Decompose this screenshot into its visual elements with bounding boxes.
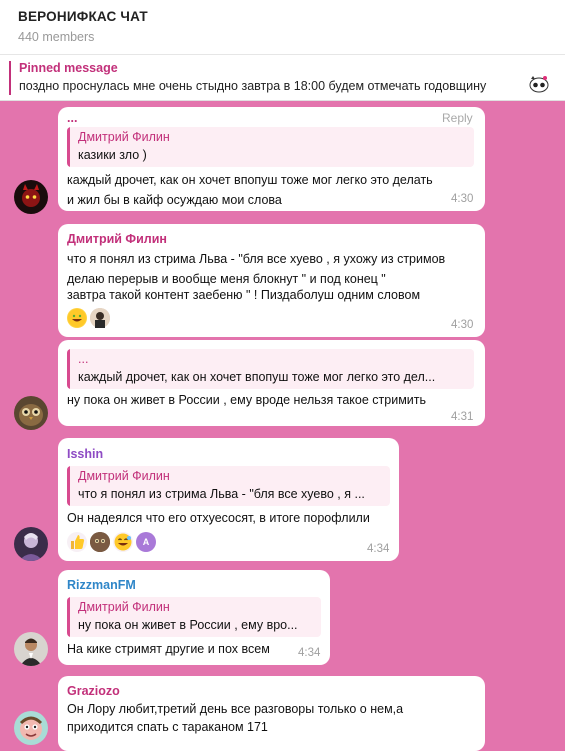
message-line: каждый дрочет, как он хочет впопуш тоже … xyxy=(67,173,433,187)
pinned-indicator xyxy=(9,61,11,95)
reply-quote[interactable]: Дмитрий Филин что я понял из стрима Льва… xyxy=(67,466,390,506)
reply-quote[interactable]: Дмитрий Филин казики зло ) xyxy=(67,127,474,167)
kitty-sticker-icon xyxy=(529,76,549,93)
avatar[interactable] xyxy=(14,180,48,214)
avatar[interactable] xyxy=(14,396,48,430)
message-sender: Graziozo xyxy=(67,684,120,698)
devil-avatar-icon xyxy=(14,180,48,214)
quote-author: Дмитрий Филин xyxy=(78,130,170,144)
message-line: Он надеялся что его отхуесосят, в итоге … xyxy=(67,511,370,525)
grin-emoji-icon[interactable] xyxy=(113,532,133,552)
message-line: Он Лору любит,третий день все разговоры … xyxy=(67,702,404,716)
message-time: 4:30 xyxy=(451,193,474,205)
user-avatar-icon[interactable] xyxy=(90,308,110,328)
message-bubble[interactable]: RizzmanFM Дмитрий Филин ну пока он живет… xyxy=(58,570,330,665)
reactions[interactable]: A xyxy=(67,532,156,552)
reaction-letter: A xyxy=(142,537,150,547)
message-line: На кике стримят другие и пох всем xyxy=(67,642,270,656)
avatar[interactable] xyxy=(14,711,48,745)
quote-text: ну пока он живет в России , ему вро... xyxy=(78,618,298,632)
message-line: и жил бы в кайф осуждаю мои слова xyxy=(67,193,282,207)
members-count: 440 members xyxy=(18,30,95,44)
quote-text: что я понял из стрима Льва - "бля все ху… xyxy=(78,487,365,501)
reply-quote[interactable]: Дмитрий Филин ну пока он живет в России … xyxy=(67,597,321,637)
quote-text: каждый дрочет, как он хочет впопуш тоже … xyxy=(78,370,436,384)
grin-emoji-icon[interactable] xyxy=(67,308,87,328)
user-avatar-icon xyxy=(14,632,48,666)
pinned-text: поздно проснулась мне очень стыдно завтр… xyxy=(19,79,487,93)
message-time: 4:30 xyxy=(451,319,474,331)
message-sender: Дмитрий Филин xyxy=(67,232,167,246)
scrollbar[interactable] xyxy=(558,101,562,751)
message-line: что я понял из стрима Льва - "бля все ху… xyxy=(67,252,446,266)
pinned-message-bar[interactable]: Pinned message поздно проснулась мне оче… xyxy=(0,55,565,101)
chat-title: ВЕРОНИФКАС ЧАТ xyxy=(18,9,148,24)
cartoon-face-avatar-icon xyxy=(14,711,48,745)
message-time: 4:34 xyxy=(298,647,321,659)
reply-quote[interactable]: ... каждый дрочет, как он хочет впопуш т… xyxy=(67,349,474,389)
user-avatar-icon[interactable] xyxy=(90,532,110,552)
chat-header[interactable]: ВЕРОНИФКАС ЧАТ 440 members xyxy=(0,0,565,55)
avatar[interactable] xyxy=(14,527,48,561)
quote-author: ... xyxy=(78,352,89,366)
thumbs-up-emoji-icon[interactable] xyxy=(67,532,87,552)
user-avatar-icon xyxy=(14,527,48,561)
quote-author: Дмитрий Филин xyxy=(78,600,170,614)
message-sender: Isshin xyxy=(67,447,104,461)
message-sender: RizzmanFM xyxy=(67,578,136,592)
reactions[interactable] xyxy=(67,308,110,328)
quote-author: Дмитрий Филин xyxy=(78,469,170,483)
reply-link[interactable]: Reply xyxy=(442,111,473,125)
message-time: 4:34 xyxy=(367,543,390,555)
message-line: ну пока он живет в России , ему вроде не… xyxy=(67,393,427,407)
quote-sender: ... xyxy=(67,111,78,125)
message-line: завтра такой контент заебеню " ! Пиздабо… xyxy=(67,288,421,302)
message-line: приходится спать с тараканом 171 xyxy=(67,720,268,734)
avatar[interactable] xyxy=(14,632,48,666)
message-bubble[interactable]: ... Reply Дмитрий Филин казики зло ) каж… xyxy=(58,107,485,211)
message-bubble[interactable]: Дмитрий Филин что я понял из стрима Льва… xyxy=(58,224,485,337)
message-time: 4:31 xyxy=(451,411,474,423)
message-bubble[interactable]: ... каждый дрочет, как он хочет впопуш т… xyxy=(58,340,485,426)
owl-avatar-icon xyxy=(14,396,48,430)
letter-avatar-icon[interactable]: A xyxy=(136,532,156,552)
message-bubble[interactable]: Graziozo Он Лору любит,третий день все р… xyxy=(58,676,485,751)
pinned-label: Pinned message xyxy=(19,61,118,75)
message-bubble[interactable]: Isshin Дмитрий Филин что я понял из стри… xyxy=(58,438,399,561)
quote-text: казики зло ) xyxy=(78,148,147,162)
